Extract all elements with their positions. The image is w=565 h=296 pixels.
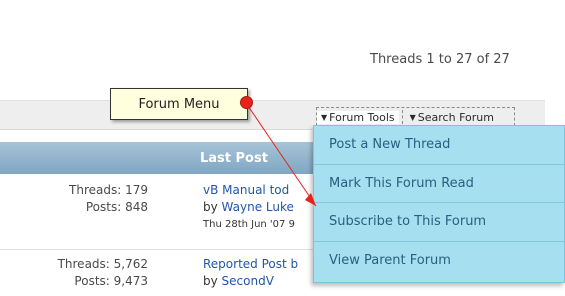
forum-menu-callout: Forum Menu	[110, 88, 248, 120]
callout-pointer-lines	[245, 102, 317, 207]
pointer-line-to-menu	[245, 102, 317, 207]
callout-dot-icon	[240, 96, 253, 109]
arrowhead-icon	[305, 193, 316, 206]
callout-label: Forum Menu	[138, 96, 220, 112]
